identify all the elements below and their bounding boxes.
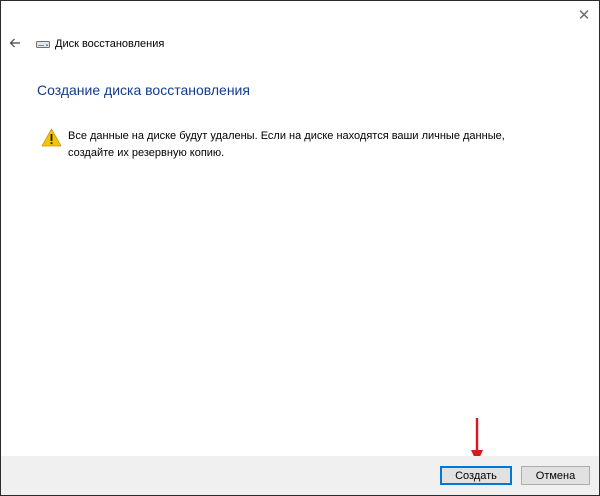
drive-icon	[36, 40, 50, 48]
warning-message: Все данные на диске будут удалены. Если …	[41, 128, 518, 162]
recovery-drive-window: ✕ Диск восстановления Создание диска вос…	[0, 0, 600, 496]
close-button[interactable]: ✕	[569, 1, 599, 29]
page-title: Создание диска восстановления	[37, 82, 250, 98]
dialog-footer: Создать Отмена	[1, 456, 599, 495]
warning-text: Все данные на диске будут удалены. Если …	[68, 130, 505, 159]
close-icon: ✕	[577, 7, 591, 24]
window-title: Диск восстановления	[55, 38, 165, 50]
warning-icon	[41, 128, 62, 147]
create-button[interactable]: Создать	[440, 466, 512, 485]
cancel-button[interactable]: Отмена	[521, 466, 590, 485]
back-arrow-icon	[9, 38, 20, 48]
back-button[interactable]	[6, 34, 24, 52]
title-row: Диск восстановления	[36, 37, 164, 51]
